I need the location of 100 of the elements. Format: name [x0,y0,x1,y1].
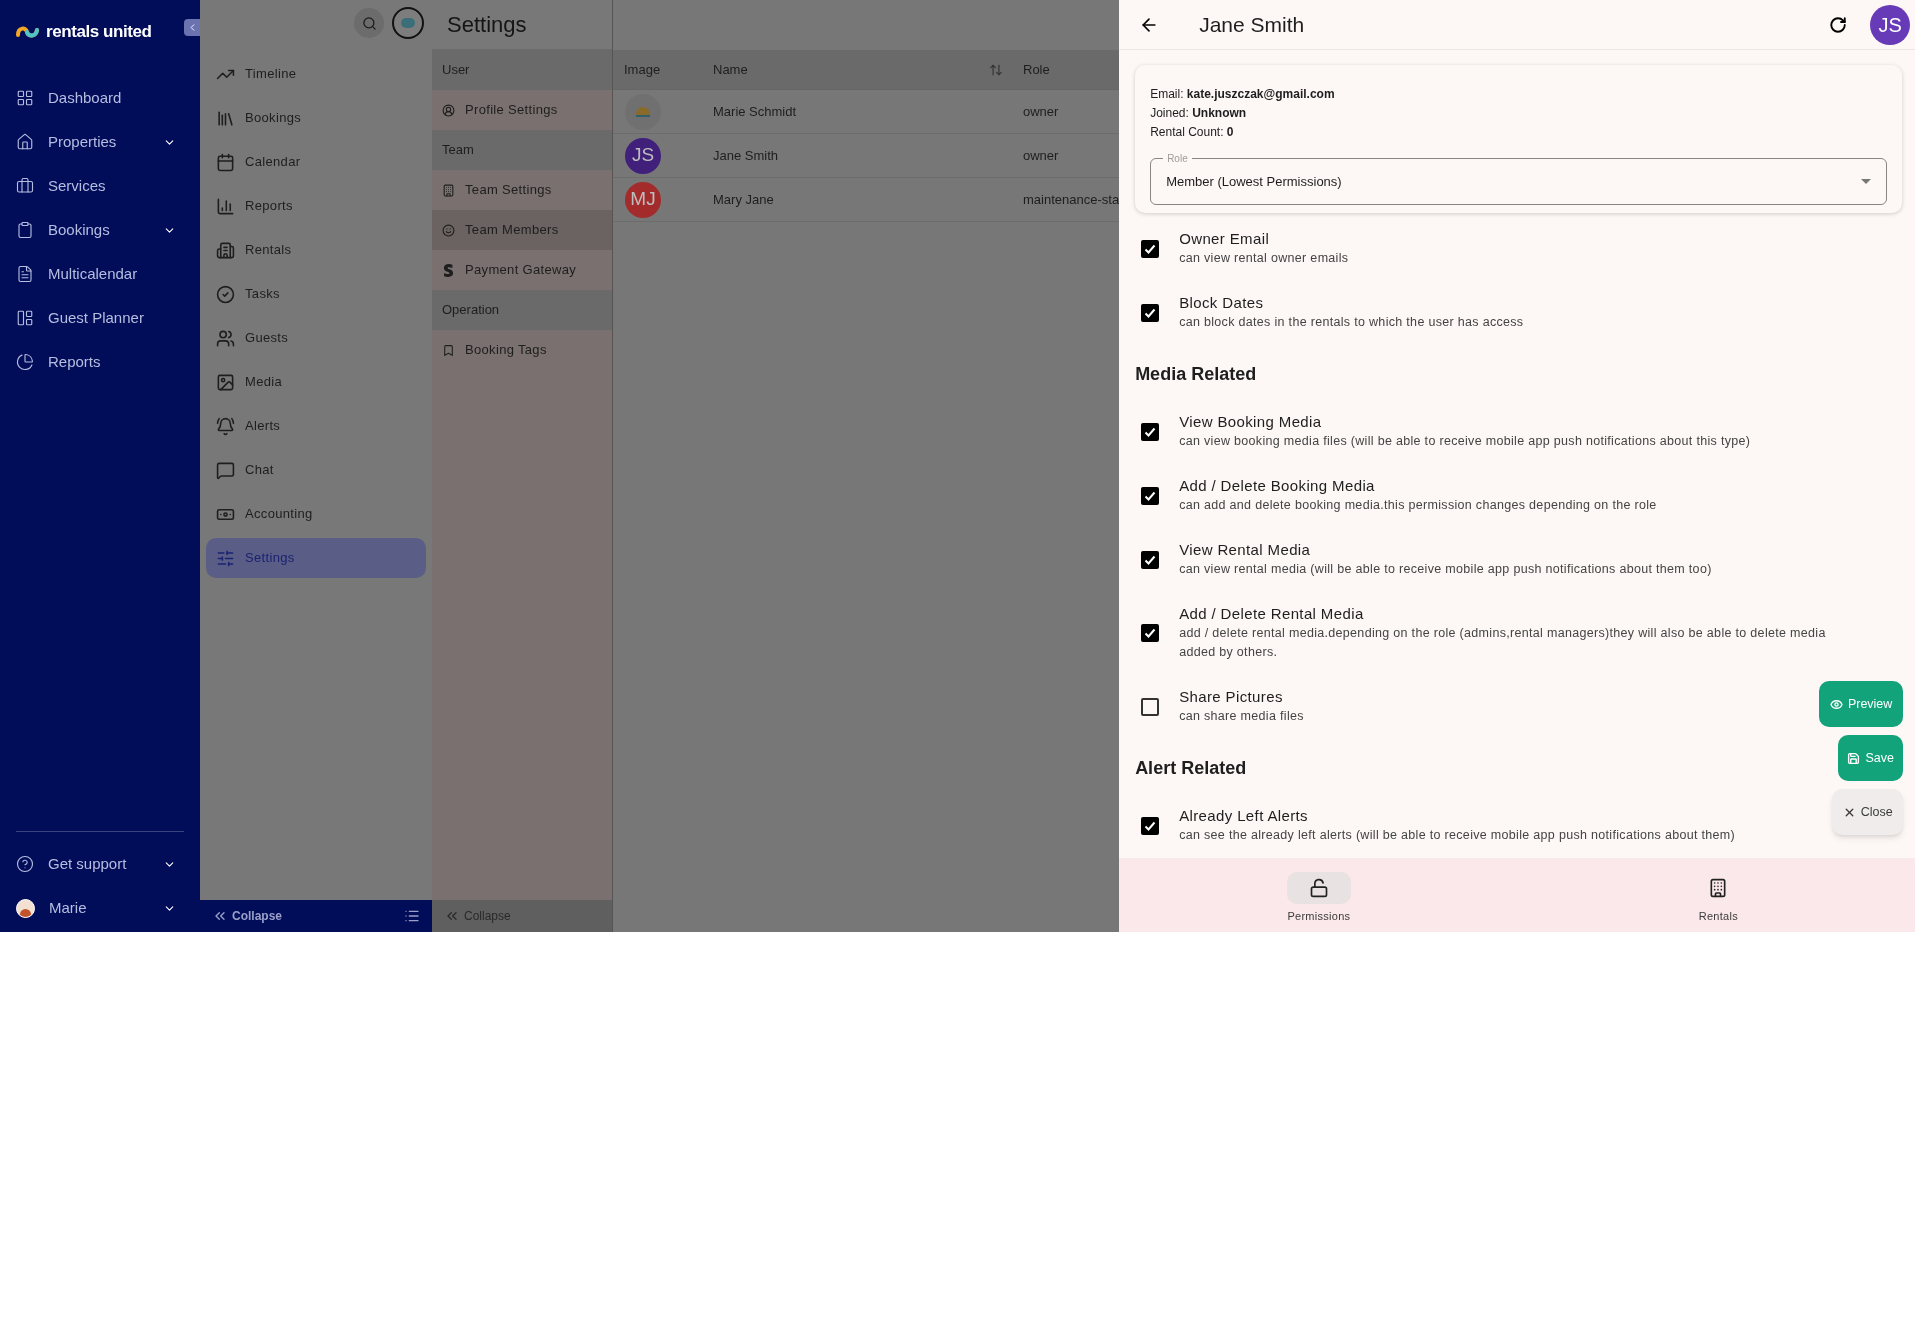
nav-item[interactable]: Accounting [206,494,426,534]
permission-description: can view rental media (will be able to receive mobile app push notifications about them too) [1179,561,1712,578]
settings-icon [442,183,455,197]
permission-description: can share media files [1179,708,1304,725]
section-header: Operation [432,290,612,330]
checkbox[interactable] [1141,624,1160,642]
menu-link[interactable]: Team Settings [432,170,612,210]
checkbox[interactable] [1141,697,1160,716]
nav-item[interactable]: Reports [0,340,200,384]
permission-description: add / delete rental media.depending on the role (admins,rental managers)they will also be able to delete media added by others. [1179,625,1827,661]
search-button[interactable] [354,8,384,38]
nav-item[interactable]: Chat [206,450,426,490]
nav-icon [216,240,235,260]
section-header: User [432,50,612,90]
menu-link[interactable]: Team Members [432,210,612,250]
nav-item[interactable]: Bookings [0,208,200,252]
table-cell-text: Marie Schmidt [713,102,798,121]
nav-item[interactable]: Reports [206,186,426,226]
permission-title: Add / Delete Rental Media [1179,604,1365,624]
column-header: Name [713,60,749,79]
nav-item[interactable]: Timeline [206,54,426,94]
dropdown-caret-icon [1861,179,1872,184]
info-line: Email: kate.juszczak@gmail.com [1150,86,1336,103]
nav-item[interactable]: Properties [0,120,200,164]
account-avatar[interactable] [392,7,424,39]
nav-item[interactable]: Guest Planner [0,296,200,340]
avatar-logo [625,93,661,130]
nav-item[interactable]: Settings [206,538,426,578]
close-button[interactable]: Close [1832,789,1904,835]
info-line: Rental Count: 0 [1150,124,1235,141]
nav-icon [216,460,235,480]
save-button[interactable]: Save [1838,735,1904,781]
table-cell-text: owner [1022,102,1060,121]
panel-title: Jane Smith [1199,11,1306,38]
nav-item[interactable]: Dashboard [0,76,200,120]
section-header: Team [432,130,612,170]
permission-title: Share Pictures [1179,687,1284,707]
collapse-sidebar-button[interactable] [184,19,200,36]
menu-link[interactable]: Booking Tags [432,330,612,370]
nav-item[interactable]: Tasks [206,274,426,314]
permission-title: Already Left Alerts [1179,806,1309,826]
nav-icon [216,372,235,392]
column-header: Role [1022,60,1051,79]
column-header: Image [623,60,662,79]
nav-icon [216,548,235,568]
checkbox[interactable] [1141,550,1160,569]
nav-item[interactable]: Multicalendar [0,252,200,296]
user-menu[interactable]: Marie [0,886,200,930]
logo-icon [16,25,40,39]
help-icon [16,855,34,873]
nav-item[interactable]: Media [206,362,426,402]
permission-description: can view booking media files (will be able to receive mobile app push notifications about this type) [1179,433,1751,450]
menu-link[interactable]: Profile Settings [432,90,612,130]
section-heading: Alert Related [1135,757,1247,780]
permission-description: can view rental owner emails [1179,250,1349,267]
section-heading: Media Related [1135,363,1257,386]
info-line: Joined: Unknown [1150,105,1248,122]
settings-icon [442,103,455,117]
nav-icon [216,284,235,304]
lock-icon [1308,878,1329,898]
collapse-button[interactable]: Collapse [200,900,432,932]
nav-icon [216,328,235,348]
table-cell-text: Jane Smith [713,146,780,165]
table-cell-text: maintenance-sta [1022,190,1120,209]
permission-title: Block Dates [1179,293,1265,313]
building-icon [1708,878,1729,898]
nav-item[interactable]: Services [0,164,200,208]
checkbox[interactable] [1141,239,1160,258]
nav-icon [16,177,34,195]
nav-item[interactable]: Bookings [206,98,426,138]
permission-description: can see the already left alerts (will be able to receive mobile app push notifications about them) [1179,827,1736,844]
table-cell-text: owner [1022,146,1060,165]
bottom-tab[interactable]: Rentals [1518,858,1915,932]
bottom-tab[interactable]: Permissions [1119,858,1519,932]
nav-item[interactable]: Calendar [206,142,426,182]
nav-item[interactable]: Alerts [206,406,426,446]
nav-item[interactable]: Guests [206,318,426,358]
user-avatar: JS [1870,4,1911,45]
nav-icon [16,133,34,151]
list-icon [404,908,420,924]
nav-icon [16,353,34,371]
settings-icon [442,343,455,357]
nav-icon [216,416,235,436]
checkbox[interactable] [1141,816,1160,835]
nav-icon [16,265,34,283]
checkbox[interactable] [1141,486,1160,505]
nav-item[interactable]: Rentals [206,230,426,270]
menu-link[interactable]: Payment Gateway [432,250,612,290]
checkbox[interactable] [1141,303,1160,322]
refresh-icon [1829,15,1848,34]
settings-icon [442,263,455,277]
checkbox[interactable] [1141,422,1160,441]
nav-icon [16,89,34,107]
nav-icon [216,196,235,216]
avatar: JS [625,137,661,174]
permission-description: can block dates in the rentals to which the user has access [1179,314,1524,331]
support-menu[interactable]: Get support [0,842,200,886]
nav-icon [216,108,235,128]
preview-button[interactable]: Preview [1819,681,1904,727]
permission-description: can add and delete booking media.this permission changes depending on the role [1179,497,1657,514]
